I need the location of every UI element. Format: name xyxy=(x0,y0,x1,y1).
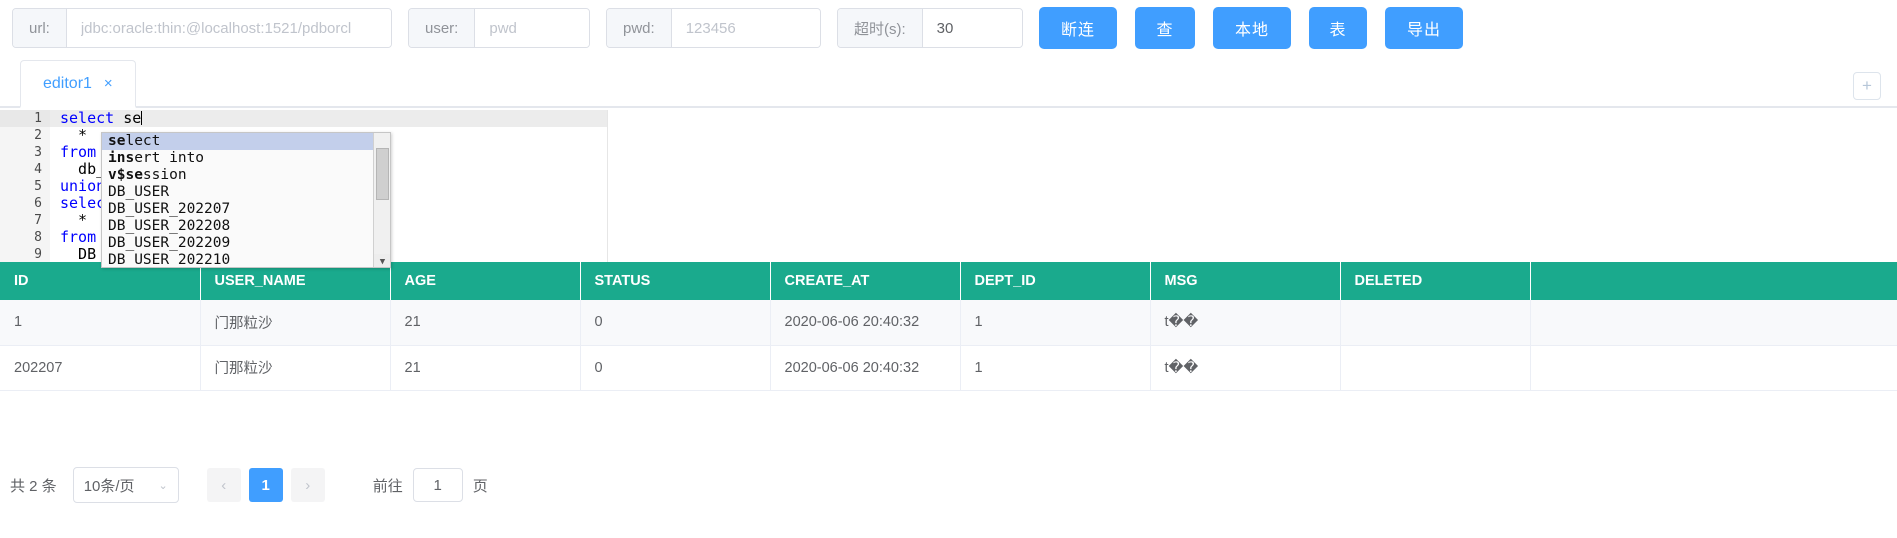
table-cell: 202207 xyxy=(0,345,201,391)
table-cell: t�� xyxy=(1150,345,1341,391)
autocomplete-list[interactable]: select insert into v$session DB_USER DB_USER… xyxy=(102,133,374,267)
line-number: 7 xyxy=(0,212,50,229)
line-number: 8 xyxy=(0,229,50,246)
autocomplete-item[interactable]: DB_USER_202210 xyxy=(102,252,374,267)
autocomplete-item[interactable]: DB_USER_202208 xyxy=(102,218,374,235)
autocomplete-item[interactable]: DB_USER_202207 xyxy=(102,201,374,218)
tab-editor1[interactable]: editor1 × xyxy=(20,60,136,108)
autocomplete-item[interactable]: DB_USER_202209 xyxy=(102,235,374,252)
table-cell: 0 xyxy=(580,300,771,346)
table-cell: 门那粒沙 xyxy=(200,300,391,346)
result-table: ID USER_NAME AGE STATUS CREATE_AT DEPT_ID MSG D… xyxy=(0,262,1897,391)
export-button[interactable]: 导出 xyxy=(1385,7,1463,49)
page-size-label: 10条/页 xyxy=(83,477,135,495)
url-input[interactable] xyxy=(66,9,391,47)
column-header[interactable]: STATUS xyxy=(580,262,771,300)
jump-to-label: 前往 xyxy=(372,477,403,495)
table-cell: 2020-06-06 20:40:32 xyxy=(770,345,961,391)
jump-to-input[interactable] xyxy=(412,468,463,502)
password-label: pwd: xyxy=(607,9,672,47)
autocomplete-item[interactable]: v$session xyxy=(102,167,374,184)
autocomplete-scrollbar[interactable]: ▼ xyxy=(373,133,390,267)
line-number: 1 xyxy=(0,110,50,127)
table-body: 1 门那粒沙 21 0 2020-06-06 20:40:32 1 t�� 202207 门那粒… xyxy=(0,300,1897,391)
line-number: 3 xyxy=(0,144,50,161)
table-cell: 1 xyxy=(960,345,1151,391)
line-number: 4 xyxy=(0,161,50,178)
editor-tabbar: editor1 × + xyxy=(0,56,1897,108)
scrollbar-thumb[interactable] xyxy=(376,148,389,200)
timeout-input[interactable] xyxy=(922,9,1022,47)
autocomplete-item[interactable]: insert into xyxy=(102,150,374,167)
table-cell xyxy=(1530,345,1897,391)
line-number: 6 xyxy=(0,195,50,212)
password-field-group: pwd: xyxy=(606,8,821,48)
table-cell xyxy=(1530,300,1897,346)
table-cell: t�� xyxy=(1150,300,1341,346)
user-field-group: user: xyxy=(408,8,590,48)
text-caret xyxy=(141,111,143,125)
chevron-down-icon[interactable]: ▼ xyxy=(374,254,390,267)
url-label: url: xyxy=(13,9,67,47)
local-button[interactable]: 本地 xyxy=(1213,7,1291,49)
user-label: user: xyxy=(409,9,476,47)
line-number: 9 xyxy=(0,246,50,262)
table-button[interactable]: 表 xyxy=(1309,7,1367,49)
add-tab-icon[interactable]: + xyxy=(1853,72,1881,100)
jump-to-suffix: 页 xyxy=(472,477,488,495)
chevron-down-icon: ⌄ xyxy=(158,479,168,492)
connection-toolbar: url: user: pwd: 超时(s): 断连 查 本地 表 导出 xyxy=(0,0,1897,56)
close-icon[interactable]: × xyxy=(104,76,113,91)
line-number: 2 xyxy=(0,127,50,144)
column-header[interactable] xyxy=(1530,262,1897,300)
pagination-bar: 共 2 条 10条/页 ⌄ ‹ 1 › 前往 页 xyxy=(0,455,1897,515)
total-count-label: 共 2 条 xyxy=(10,477,57,495)
timeout-field-group: 超时(s): xyxy=(837,8,1023,48)
column-header[interactable]: DEPT_ID xyxy=(960,262,1151,300)
column-header[interactable]: DELETED xyxy=(1340,262,1531,300)
table-cell xyxy=(1340,300,1531,346)
disconnect-button[interactable]: 断连 xyxy=(1039,7,1117,49)
table-row[interactable]: 202207 门那粒沙 21 0 2020-06-06 20:40:32 1 t�� xyxy=(0,345,1897,391)
autocomplete-item[interactable]: DB_USER xyxy=(102,184,374,201)
table-cell: 2020-06-06 20:40:32 xyxy=(770,300,961,346)
column-header[interactable]: CREATE_AT xyxy=(770,262,961,300)
table-row[interactable]: 1 门那粒沙 21 0 2020-06-06 20:40:32 1 t�� xyxy=(0,300,1897,346)
table-cell: 0 xyxy=(580,345,771,391)
table-cell: 1 xyxy=(960,300,1151,346)
code-text[interactable]: select se xyxy=(50,110,607,127)
timeout-label: 超时(s): xyxy=(838,9,923,47)
password-input[interactable] xyxy=(671,9,820,47)
column-header[interactable]: AGE xyxy=(390,262,581,300)
table-cell: 门那粒沙 xyxy=(200,345,391,391)
code-line: 1 select se xyxy=(0,110,607,127)
result-grid: ID USER_NAME AGE STATUS CREATE_AT DEPT_ID MSG D… xyxy=(0,262,1897,391)
line-number: 5 xyxy=(0,178,50,195)
table-cell xyxy=(1340,345,1531,391)
prev-page-button[interactable]: ‹ xyxy=(206,468,241,502)
table-cell: 21 xyxy=(390,300,581,346)
next-page-button[interactable]: › xyxy=(290,468,325,502)
url-field-group: url: xyxy=(12,8,392,48)
page-size-select[interactable]: 10条/页 ⌄ xyxy=(72,467,179,503)
autocomplete-item[interactable]: select xyxy=(102,133,374,150)
table-cell: 1 xyxy=(0,300,201,346)
column-header[interactable]: MSG xyxy=(1150,262,1341,300)
user-input[interactable] xyxy=(475,9,589,47)
tab-label: editor1 xyxy=(43,74,92,92)
table-cell: 21 xyxy=(390,345,581,391)
autocomplete-popup[interactable]: select insert into v$session DB_USER DB_USER… xyxy=(101,132,391,268)
query-button[interactable]: 查 xyxy=(1135,7,1195,49)
page-number-1[interactable]: 1 xyxy=(248,468,283,502)
